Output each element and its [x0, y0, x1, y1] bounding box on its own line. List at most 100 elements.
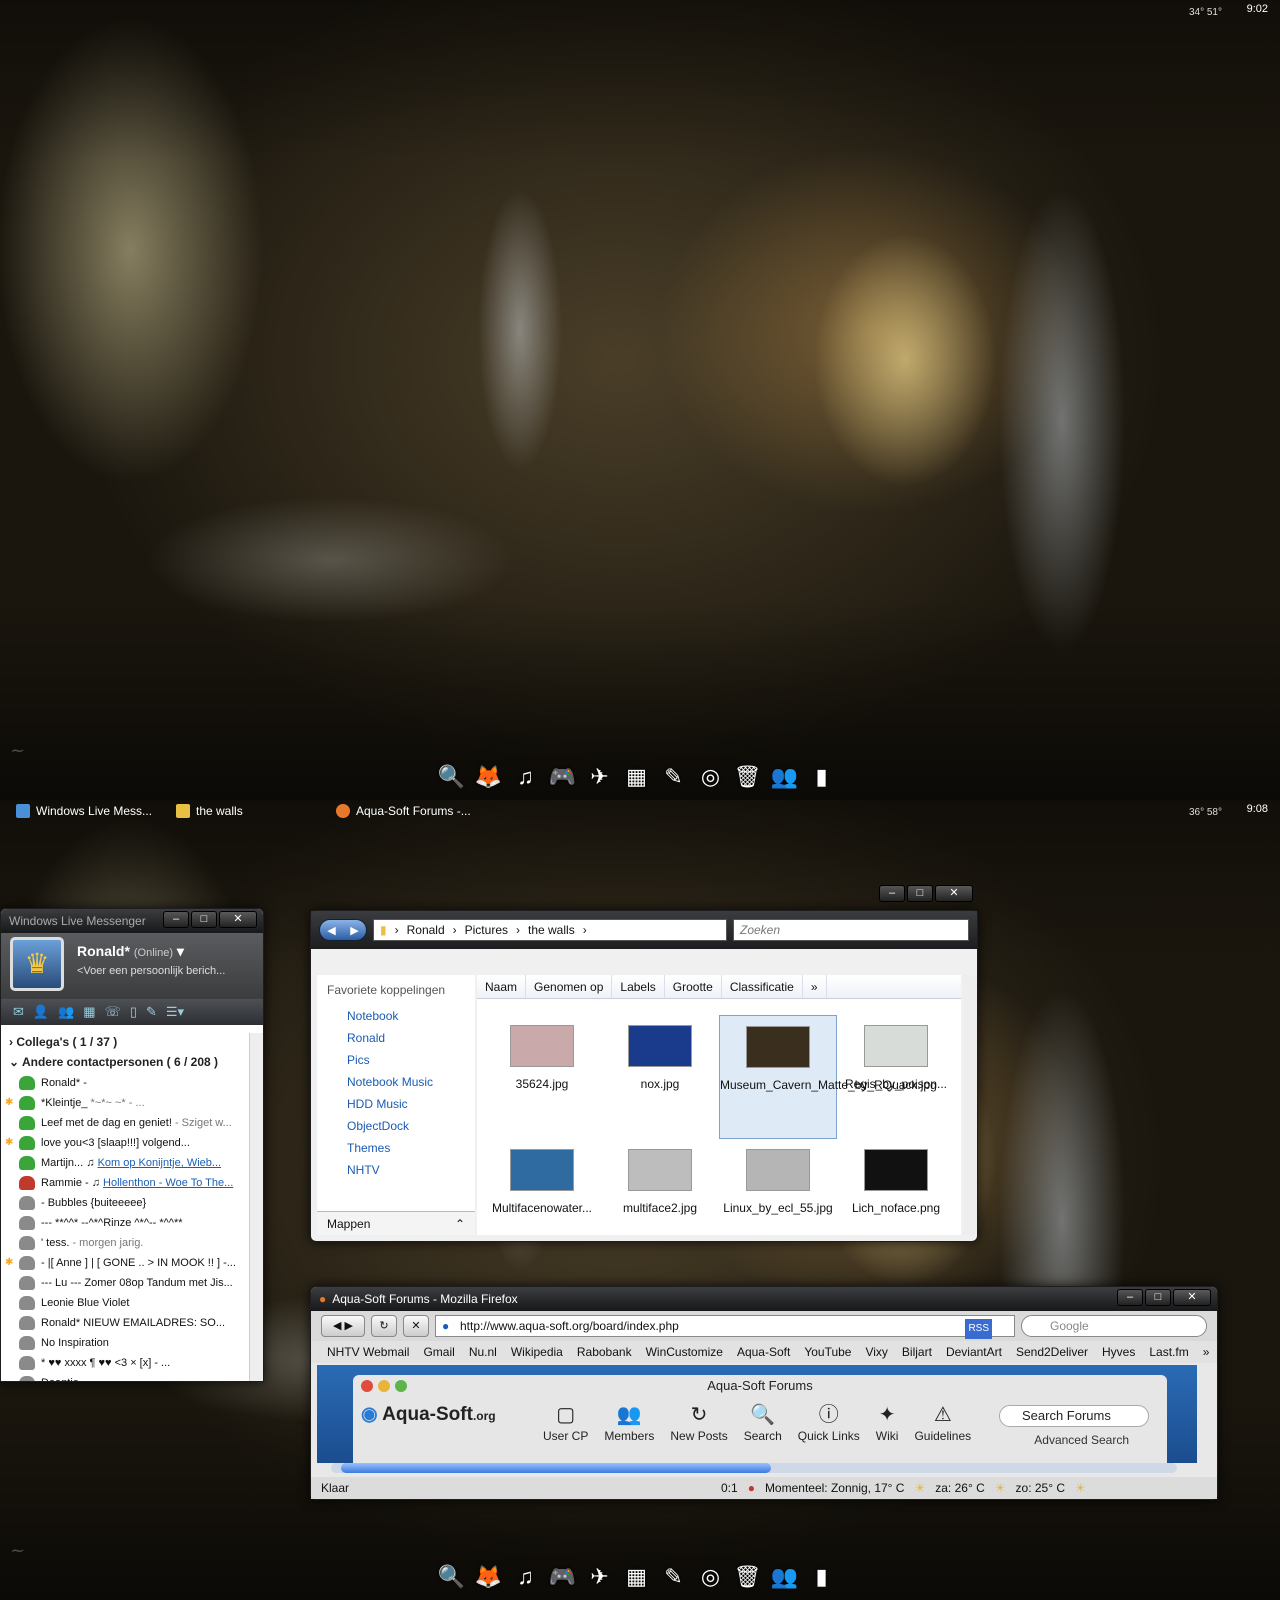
taskbar-item-explorer[interactable]: the walls: [176, 804, 243, 818]
close-dot-icon[interactable]: [361, 1380, 373, 1392]
gamepad-icon[interactable]: 🎮: [547, 760, 578, 794]
menu-icon[interactable]: ☰▾: [166, 1004, 184, 1020]
bookmark-link[interactable]: Biljart: [902, 1345, 932, 1359]
file-item[interactable]: Multifacenowater...: [483, 1139, 601, 1263]
magnifier-icon[interactable]: 🔍: [436, 760, 467, 794]
contact-row[interactable]: Martijn... ♫ Kom op Konijntje, Wieb...: [1, 1153, 249, 1173]
breadcrumb-item[interactable]: Pictures: [465, 923, 508, 937]
messenger-icon[interactable]: 👥: [769, 760, 800, 794]
forum-nav-members[interactable]: 👥 Members: [604, 1401, 654, 1443]
paint-icon[interactable]: ✎: [146, 1004, 157, 1020]
more-bookmarks-icon[interactable]: »: [1203, 1345, 1210, 1359]
adblock-icon[interactable]: ●: [748, 1481, 755, 1495]
column-header[interactable]: Genomen op: [526, 975, 613, 998]
bookmark-link[interactable]: NHTV Webmail: [327, 1345, 409, 1359]
minimize-button[interactable]: –: [879, 885, 905, 902]
file-item[interactable]: Museum_Cavern_Matte_by_RQuack.jpg: [719, 1015, 937, 1139]
breadcrumb-item[interactable]: the walls: [528, 923, 575, 937]
favorite-link[interactable]: ObjectDock: [317, 1115, 475, 1137]
file-item[interactable]: Lich_noface.png: [837, 1139, 955, 1263]
bookmark-link[interactable]: Last.fm: [1149, 1345, 1188, 1359]
bookmark-link[interactable]: Nu.nl: [469, 1345, 497, 1359]
forum-logo[interactable]: ◉ Aqua-Soft.org: [361, 1403, 496, 1426]
user-name[interactable]: Ronald* (Online) ▾: [77, 943, 184, 960]
contact-row[interactable]: No Inspiration: [1, 1333, 249, 1353]
bookmark-link[interactable]: Rabobank: [577, 1345, 632, 1359]
bookmark-link[interactable]: Vixy: [865, 1345, 887, 1359]
back-forward-buttons[interactable]: ◀ ▶: [319, 919, 367, 941]
itunes-icon[interactable]: ♫: [510, 1560, 541, 1594]
contact-row[interactable]: --- Lu --- Zomer 08op Tandum met Jis...: [1, 1273, 249, 1293]
contact-row[interactable]: Leonie Blue Violet: [1, 1293, 249, 1313]
forum-nav-search[interactable]: 🔍 Search: [744, 1401, 782, 1443]
contact-row[interactable]: ✱ love you<3 [slaap!!!] volgend...: [1, 1133, 249, 1153]
magnifier-icon[interactable]: 🔍: [436, 1560, 467, 1594]
column-header[interactable]: Classificatie: [722, 975, 803, 998]
favorite-link[interactable]: Notebook: [317, 1005, 475, 1027]
gamepad-icon[interactable]: 🎮: [547, 1560, 578, 1594]
battery-icon[interactable]: ▮: [806, 760, 837, 794]
back-icon[interactable]: ◀: [327, 924, 335, 937]
file-item[interactable]: Regis_by_poison...: [837, 1015, 955, 1139]
itunes-icon[interactable]: ♫: [510, 760, 541, 794]
search-input[interactable]: Google: [1021, 1315, 1207, 1337]
avatar[interactable]: ♛: [10, 937, 64, 991]
bookmark-link[interactable]: Gmail: [423, 1345, 454, 1359]
pen-icon[interactable]: ✎: [658, 1560, 689, 1594]
contact-row[interactable]: Daantje: [1, 1373, 249, 1381]
group-header[interactable]: › Collega's ( 1 / 37 ): [1, 1033, 249, 1053]
column-header[interactable]: Naam: [477, 975, 527, 998]
forum-nav-user-cp[interactable]: ▢ User CP: [543, 1401, 588, 1443]
contact-row[interactable]: - Bubbles {buiteeeee}: [1, 1193, 249, 1213]
url-bar[interactable]: ● http://www.aqua-soft.org/board/index.p…: [435, 1315, 1015, 1339]
network-icon[interactable]: ✈: [584, 760, 615, 794]
bookmark-link[interactable]: Aqua-Soft: [737, 1345, 790, 1359]
bookmark-link[interactable]: Hyves: [1102, 1345, 1135, 1359]
mail-icon[interactable]: ✉: [13, 1004, 24, 1020]
horizontal-scrollbar[interactable]: [331, 1463, 1177, 1473]
contact-row[interactable]: Rammie - ♫ Hollenthon - Woe To The...: [1, 1173, 249, 1193]
contacts-icon[interactable]: 👥: [58, 1004, 74, 1020]
favorite-link[interactable]: HDD Music: [317, 1093, 475, 1115]
disc-icon[interactable]: ◎: [695, 1560, 726, 1594]
mobile-icon[interactable]: ▯: [130, 1004, 137, 1020]
folders-toggle[interactable]: Mappen ⌃: [317, 1211, 475, 1235]
more-columns-button[interactable]: »: [803, 975, 827, 998]
column-header[interactable]: Labels: [612, 975, 665, 998]
forum-search-input[interactable]: Search Forums: [999, 1405, 1149, 1427]
search-input[interactable]: Zoeken: [733, 919, 969, 941]
network-icon[interactable]: ✈: [584, 1560, 615, 1594]
breadcrumb-item[interactable]: Ronald: [407, 923, 445, 937]
firefox-icon[interactable]: 🦊: [473, 760, 504, 794]
taskbar-item-firefox[interactable]: Aqua-Soft Forums -...: [336, 804, 471, 818]
office-icon[interactable]: ▦: [621, 760, 652, 794]
calendar-icon[interactable]: ▦: [83, 1004, 95, 1020]
minimize-button[interactable]: –: [163, 911, 189, 928]
favorite-link[interactable]: Notebook Music: [317, 1071, 475, 1093]
back-forward-buttons[interactable]: ◀ ▶: [321, 1315, 365, 1337]
zoom-dot-icon[interactable]: [395, 1380, 407, 1392]
forum-nav-new-posts[interactable]: ↻ New Posts: [670, 1401, 727, 1443]
contact-row[interactable]: Ronald* NIEUW EMAILADRES: SO...: [1, 1313, 249, 1333]
favorite-link[interactable]: Pics: [317, 1049, 475, 1071]
recycle-bin-icon[interactable]: 🗑: [732, 760, 763, 794]
address-bar[interactable]: ▮ › Ronald › Pictures › the walls ›: [373, 919, 727, 941]
advanced-search-link[interactable]: Advanced Search: [1034, 1433, 1129, 1447]
contact-row[interactable]: * ♥♥ xxxx ¶ ♥♥ <3 × [x] - ...: [1, 1353, 249, 1373]
group-header[interactable]: ⌄ Andere contactpersonen ( 6 / 208 ): [1, 1053, 249, 1073]
rss-icon[interactable]: RSS: [965, 1319, 992, 1339]
contact-row[interactable]: ✱ - |[ Anne ] | [ GONE .. > IN MOOK !! ] …: [1, 1253, 249, 1273]
minimize-button[interactable]: –: [1117, 1289, 1143, 1306]
contact-row[interactable]: ' tess. - morgen jarig.: [1, 1233, 249, 1253]
add-contact-icon[interactable]: 👤: [33, 1004, 49, 1020]
file-item[interactable]: multiface2.jpg: [601, 1139, 719, 1263]
scrollbar[interactable]: [249, 1033, 263, 1381]
scrollbar[interactable]: [963, 975, 977, 1235]
file-item[interactable]: Linux_by_ecl_55.jpg: [719, 1139, 837, 1263]
firefox-titlebar[interactable]: ● Aqua-Soft Forums - Mozilla Firefox – □ ✕: [311, 1287, 1217, 1311]
close-button[interactable]: ✕: [935, 885, 973, 902]
firefox-icon[interactable]: 🦊: [473, 1560, 504, 1594]
disc-icon[interactable]: ◎: [695, 760, 726, 794]
close-button[interactable]: ✕: [1173, 1289, 1211, 1306]
battery-icon[interactable]: ▮: [806, 1560, 837, 1594]
